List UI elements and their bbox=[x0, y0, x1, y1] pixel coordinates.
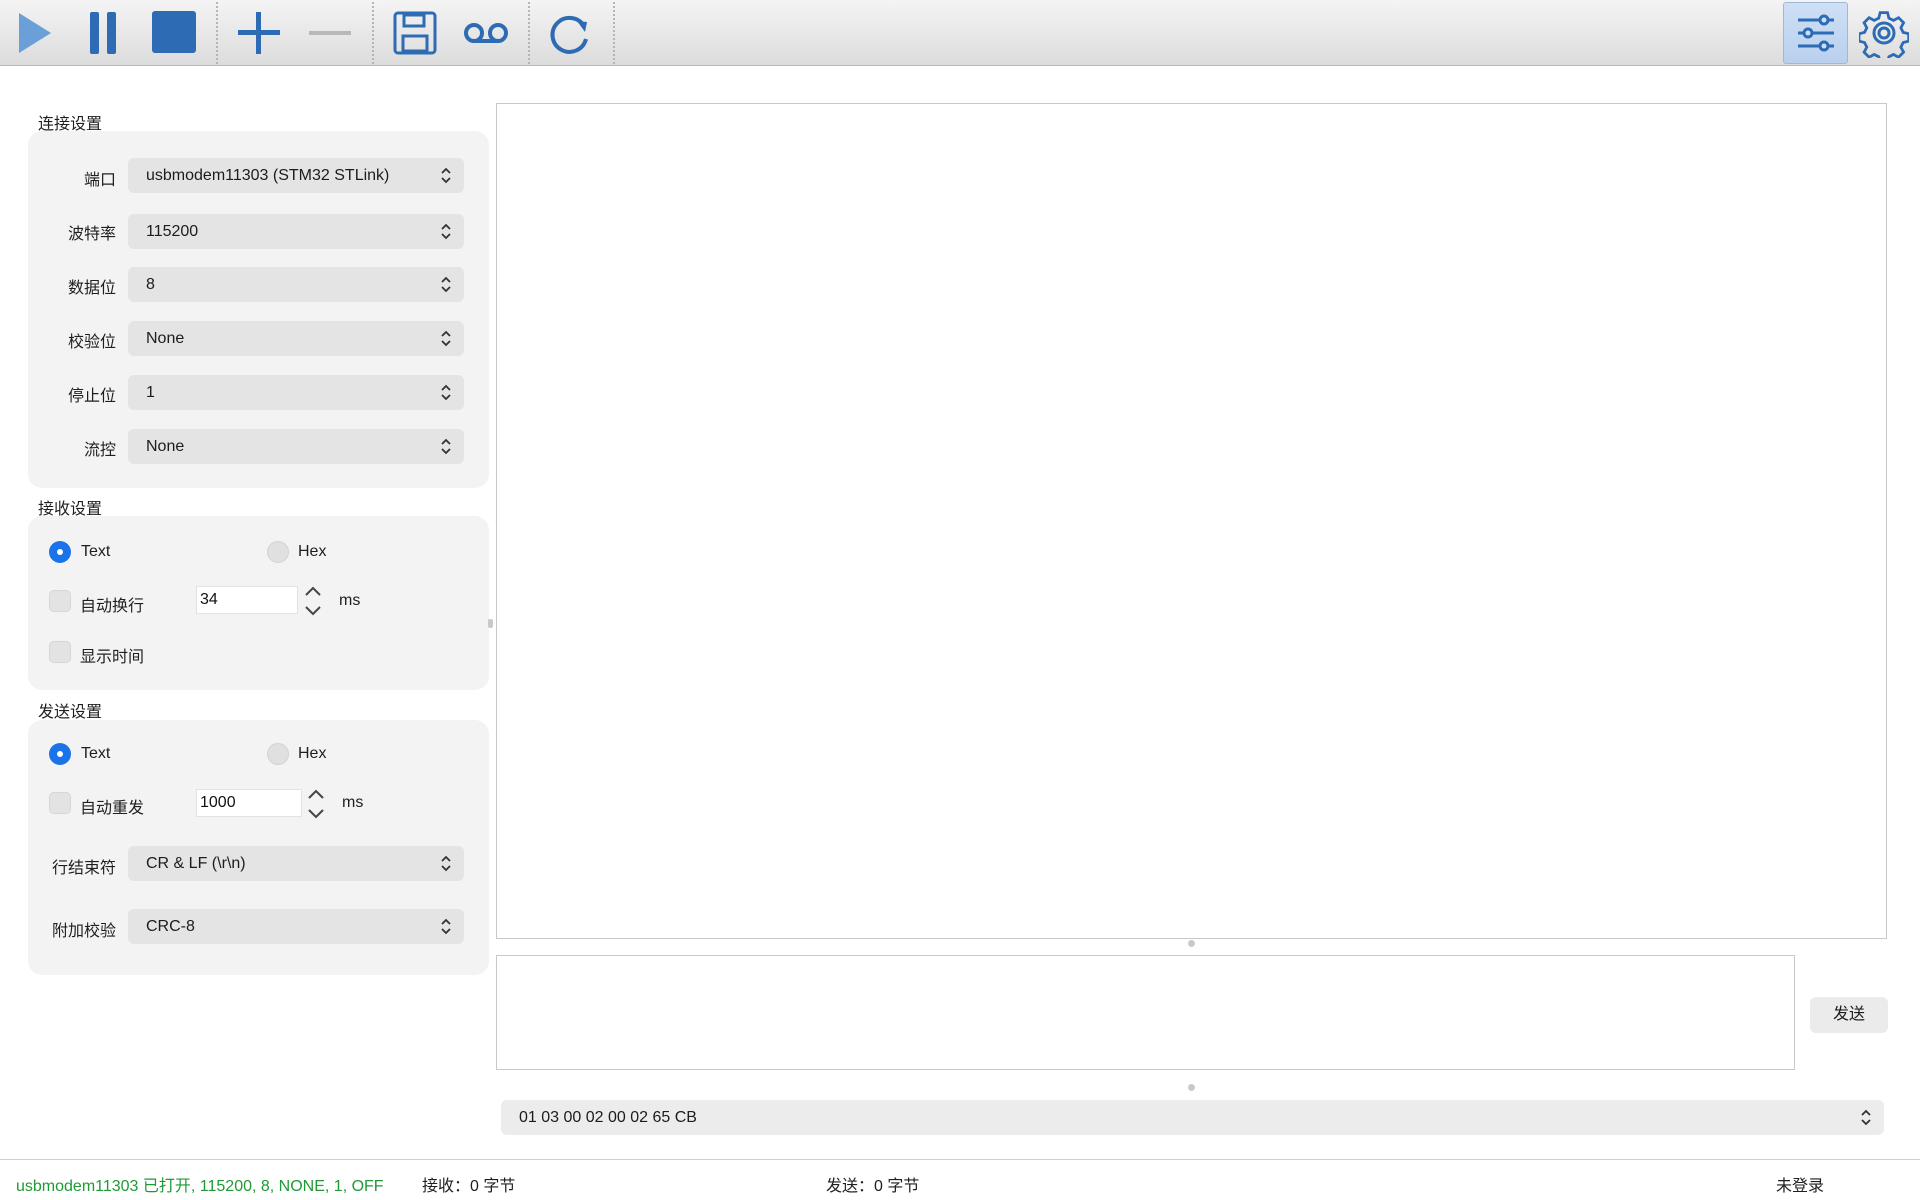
send-button[interactable]: 发送 bbox=[1810, 997, 1888, 1033]
add-button[interactable] bbox=[229, 6, 289, 60]
chevron-updown-icon bbox=[441, 384, 451, 401]
input-splitter-handle[interactable] bbox=[1188, 1084, 1195, 1091]
chevron-updown-icon bbox=[441, 276, 451, 293]
output-splitter-handle[interactable] bbox=[1188, 940, 1195, 947]
parity-select[interactable]: None bbox=[128, 321, 464, 356]
toolbar-separator bbox=[528, 2, 530, 64]
remove-button[interactable] bbox=[300, 6, 360, 60]
autowrap-stepper[interactable] bbox=[302, 583, 324, 619]
baud-label: 波特率 bbox=[67, 226, 116, 243]
save-button[interactable] bbox=[385, 6, 445, 60]
databits-select[interactable]: 8 bbox=[128, 267, 464, 302]
record-button[interactable] bbox=[456, 6, 516, 60]
autowrap-unit: ms bbox=[339, 592, 361, 609]
status-bar: usbmodem11303 已打开, 115200, 8, NONE, 1, O… bbox=[0, 1159, 1920, 1200]
parity-value: None bbox=[146, 330, 185, 347]
history-value: 01 03 00 02 00 02 65 CB bbox=[519, 1109, 697, 1126]
toolbar-separator bbox=[613, 2, 615, 64]
pause-icon bbox=[90, 12, 116, 54]
send-text-label: Text bbox=[81, 745, 111, 762]
receive-hex-label: Hex bbox=[298, 543, 327, 560]
toolbar-separator bbox=[216, 2, 218, 64]
refresh-button[interactable] bbox=[540, 6, 600, 60]
voicemail-icon bbox=[464, 23, 508, 43]
checksum-value: CRC-8 bbox=[146, 918, 195, 935]
send-hex-radio[interactable] bbox=[267, 743, 289, 765]
sliders-icon bbox=[1797, 14, 1834, 52]
stopbits-value: 1 bbox=[146, 384, 155, 401]
autoresend-stepper[interactable] bbox=[305, 786, 327, 822]
play-icon bbox=[19, 13, 51, 53]
send-settings-title: 发送设置 bbox=[38, 704, 103, 721]
autoresend-interval-input[interactable]: 1000 bbox=[196, 789, 302, 817]
login-status: 未登录 bbox=[1776, 1178, 1825, 1195]
autoresend-label: 自动重发 bbox=[80, 800, 145, 817]
eol-label: 行结束符 bbox=[51, 860, 116, 877]
save-icon bbox=[393, 11, 437, 55]
databits-label: 数据位 bbox=[67, 280, 116, 297]
flow-value: None bbox=[146, 438, 185, 455]
chevron-updown-icon bbox=[1861, 1109, 1871, 1126]
connection-status: usbmodem11303 已打开, 115200, 8, NONE, 1, O… bbox=[16, 1178, 384, 1195]
minus-icon bbox=[309, 31, 351, 35]
toolbar bbox=[0, 0, 1920, 66]
databits-value: 8 bbox=[146, 276, 155, 293]
chevron-updown-icon bbox=[441, 438, 451, 455]
send-hex-label: Hex bbox=[298, 745, 327, 762]
baud-select[interactable]: 115200 bbox=[128, 214, 464, 249]
autowrap-checkbox[interactable] bbox=[49, 590, 71, 612]
flow-label: 流控 bbox=[83, 442, 116, 459]
vertical-splitter-handle[interactable] bbox=[488, 619, 493, 628]
flow-select[interactable]: None bbox=[128, 429, 464, 464]
received-count: 接收：0 字节 bbox=[422, 1178, 516, 1195]
chevron-updown-icon bbox=[441, 223, 451, 240]
receive-text-label: Text bbox=[81, 543, 111, 560]
toolbar-separator bbox=[372, 2, 374, 64]
play-button[interactable] bbox=[3, 6, 63, 60]
stopbits-select[interactable]: 1 bbox=[128, 375, 464, 410]
autowrap-interval-input[interactable]: 34 bbox=[196, 586, 298, 614]
receive-hex-radio[interactable] bbox=[267, 541, 289, 563]
eol-select[interactable]: CR & LF (\r\n) bbox=[128, 846, 464, 881]
parity-label: 校验位 bbox=[67, 334, 116, 351]
port-value: usbmodem11303 (STM32 STLink) bbox=[146, 167, 390, 184]
settings-panel-toggle-button[interactable] bbox=[1783, 2, 1848, 64]
eol-value: CR & LF (\r\n) bbox=[146, 855, 246, 872]
receive-text-radio[interactable] bbox=[49, 541, 71, 563]
port-select[interactable]: usbmodem11303 (STM32 STLink) bbox=[128, 158, 464, 193]
pause-button[interactable] bbox=[73, 6, 133, 60]
showtime-label: 显示时间 bbox=[80, 649, 145, 666]
chevron-updown-icon bbox=[441, 167, 451, 184]
gear-icon bbox=[1859, 11, 1909, 58]
plus-icon bbox=[238, 12, 280, 54]
baud-value: 115200 bbox=[146, 223, 199, 240]
checksum-select[interactable]: CRC-8 bbox=[128, 909, 464, 944]
autowrap-label: 自动换行 bbox=[80, 598, 145, 615]
refresh-icon bbox=[550, 15, 588, 54]
chevron-updown-icon bbox=[441, 918, 451, 935]
autoresend-unit: ms bbox=[342, 794, 364, 811]
showtime-checkbox[interactable] bbox=[49, 641, 71, 663]
send-input-area[interactable] bbox=[496, 955, 1795, 1070]
send-history-select[interactable]: 01 03 00 02 00 02 65 CB bbox=[501, 1100, 1884, 1135]
autoresend-checkbox[interactable] bbox=[49, 792, 71, 814]
checksum-label: 附加校验 bbox=[51, 923, 116, 940]
sent-count: 发送：0 字节 bbox=[826, 1178, 920, 1195]
stopbits-label: 停止位 bbox=[67, 388, 116, 405]
stop-icon bbox=[152, 11, 196, 53]
settings-button[interactable] bbox=[1854, 6, 1914, 60]
chevron-updown-icon bbox=[441, 330, 451, 347]
port-label: 端口 bbox=[83, 172, 116, 189]
stop-button[interactable] bbox=[144, 6, 204, 60]
receive-output-area[interactable] bbox=[496, 103, 1887, 939]
send-text-radio[interactable] bbox=[49, 743, 71, 765]
chevron-updown-icon bbox=[441, 855, 451, 872]
